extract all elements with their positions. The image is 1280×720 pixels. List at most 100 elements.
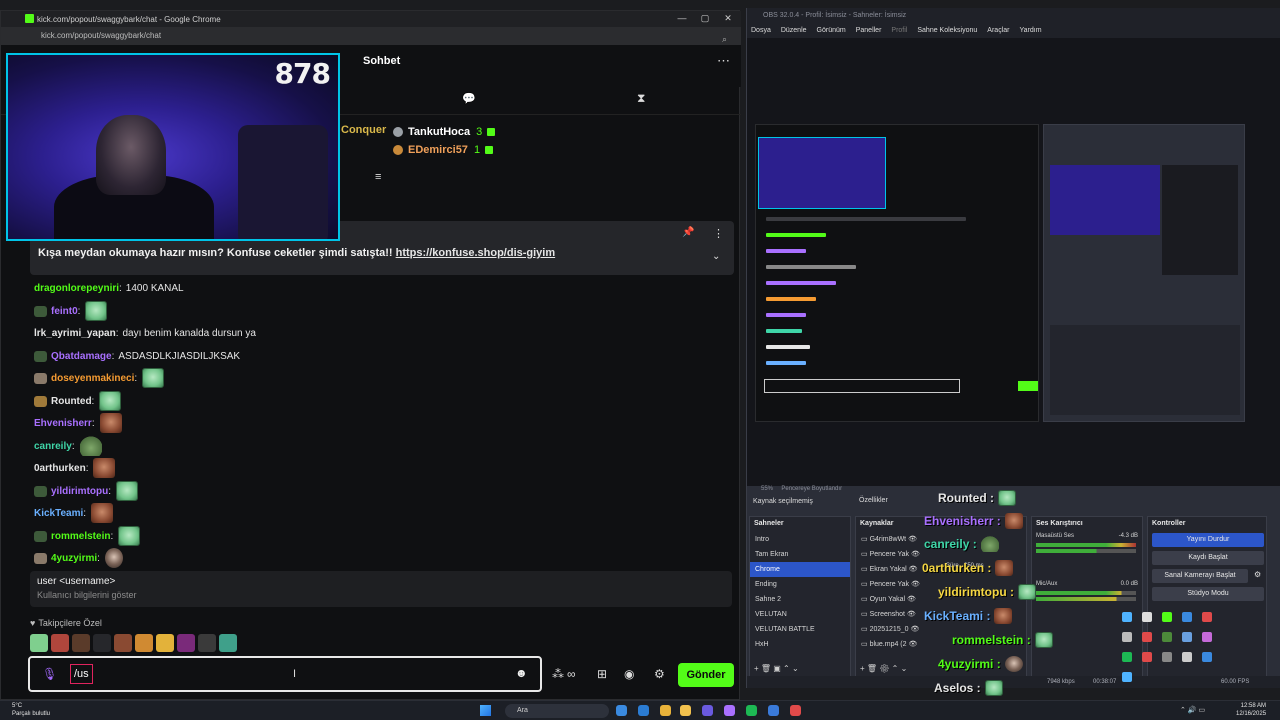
chat-username[interactable]: lrk_ayrimi_yapan: [34, 328, 116, 339]
clock[interactable]: 12:58 AM 12/16/2025: [1236, 702, 1266, 718]
sources-toolbar[interactable]: + 🗑 ⚙ ⌃ ⌄: [860, 664, 907, 673]
chat-username[interactable]: feint0: [51, 306, 78, 317]
command-suggestion[interactable]: user <username> Kullanıcı bilgilerini gö…: [30, 571, 732, 607]
chat-bubble-icon[interactable]: 💬: [462, 92, 476, 105]
chat-username[interactable]: Qbatdamage: [51, 351, 112, 362]
visibility-icon[interactable]: 👁: [907, 566, 918, 573]
scene-item[interactable]: VELUTAN BATTLE: [750, 622, 850, 637]
stop-stream-button[interactable]: Yayını Durdur: [1152, 533, 1264, 547]
emoji-icon[interactable]: ☻: [515, 666, 528, 680]
emote-icon[interactable]: [30, 634, 48, 652]
leaderboard-row[interactable]: EDemirci57 1: [393, 143, 494, 157]
zoom-level[interactable]: 55%: [761, 486, 773, 492]
pinned-link[interactable]: https://konfuse.shop/dis-giyim: [396, 247, 556, 259]
chat-username[interactable]: 0arthurken: [34, 463, 86, 474]
tray-app-icon[interactable]: [1202, 612, 1212, 622]
edge-icon[interactable]: [638, 705, 649, 716]
people-icon[interactable]: ⁂: [552, 667, 564, 681]
scene-item[interactable]: Tam Ekran: [750, 547, 850, 562]
chat-input-value[interactable]: /us: [70, 664, 93, 684]
start-recording-button[interactable]: Kaydı Başlat: [1152, 551, 1264, 565]
emote-icon[interactable]: [177, 634, 195, 652]
obs-preview[interactable]: [747, 38, 1280, 486]
obs-menu-item[interactable]: Dosya: [751, 24, 771, 38]
visibility-icon[interactable]: 👁: [909, 551, 920, 558]
scene-item[interactable]: VELUTAN: [750, 607, 850, 622]
obs-menu-item[interactable]: Araçlar: [987, 24, 1009, 38]
virtual-camera-settings-icon[interactable]: ⚙: [1254, 570, 1261, 579]
emote-icon[interactable]: [114, 634, 132, 652]
tray-app-icon[interactable]: [1162, 612, 1172, 622]
steam-icon[interactable]: [768, 705, 779, 716]
visibility-icon[interactable]: 👁: [905, 611, 916, 618]
send-button[interactable]: Gönder: [678, 663, 734, 687]
tray-app-icon[interactable]: [1182, 632, 1192, 642]
chrome-icon[interactable]: [660, 705, 671, 716]
tray-app-icon[interactable]: [1182, 652, 1192, 662]
chat-username[interactable]: Ehvenisherr: [34, 418, 92, 429]
tray-app-icon[interactable]: [1162, 652, 1172, 662]
emote-icon[interactable]: [135, 634, 153, 652]
obs-menu-item[interactable]: Sahne Koleksiyonu: [917, 24, 977, 38]
weather-widget[interactable]: 5°C Parçalı bulutlu: [12, 702, 50, 718]
tray-app-icon[interactable]: [1142, 612, 1152, 622]
chat-username[interactable]: rommelstein: [51, 531, 110, 542]
leaderboard-row[interactable]: TankutHoca 3: [393, 125, 496, 139]
chat-username[interactable]: dragonlorepeyniri: [34, 283, 119, 294]
more-options-icon[interactable]: ⋯: [717, 53, 730, 69]
chevron-down-icon[interactable]: ⌄: [712, 251, 720, 262]
emote-icon[interactable]: [93, 634, 111, 652]
visibility-icon[interactable]: 👁: [905, 596, 916, 603]
obs-menu-item[interactable]: Düzenle: [781, 24, 807, 38]
tray-app-icon[interactable]: [1122, 632, 1132, 642]
chat-username[interactable]: 4yuzyirmi: [51, 553, 97, 564]
address-bar[interactable]: kick.com/popout/swaggybark/chat ⌕: [1, 27, 741, 45]
taskbar-search[interactable]: Ara: [505, 704, 609, 718]
spotify-icon[interactable]: [746, 705, 757, 716]
pinned-more-icon[interactable]: ⋮: [713, 227, 724, 240]
tray-app-icon[interactable]: [1202, 632, 1212, 642]
emote-icon[interactable]: [156, 634, 174, 652]
visibility-icon[interactable]: 👁: [909, 581, 920, 588]
chat-username[interactable]: KickTeami: [34, 508, 83, 519]
tray-app-icon[interactable]: [1162, 632, 1172, 642]
chat-username[interactable]: Rounted: [51, 396, 92, 407]
infinity-icon[interactable]: ∞: [567, 667, 576, 681]
minimize-button[interactable]: —: [675, 13, 689, 23]
scene-item[interactable]: Ending: [750, 577, 850, 592]
scene-item[interactable]: HxH: [750, 637, 850, 652]
discord-icon[interactable]: [702, 705, 713, 716]
settings-icon[interactable]: ⚙: [654, 667, 665, 681]
tray-app-icon[interactable]: [1122, 612, 1132, 622]
emote-icon[interactable]: [198, 634, 216, 652]
emote-icon[interactable]: [219, 634, 237, 652]
obs-menu-item[interactable]: Profil: [891, 24, 907, 38]
fit-window-label[interactable]: Pencereye Boyutlandır: [781, 486, 842, 492]
emote-icon[interactable]: [72, 634, 90, 652]
visibility-icon[interactable]: 👁: [909, 626, 919, 633]
virtual-camera-button[interactable]: Sanal Kamerayı Başlat: [1152, 569, 1248, 583]
chat-username[interactable]: doseyenmakineci: [51, 373, 134, 384]
close-button[interactable]: ✕: [721, 13, 735, 24]
app-icon[interactable]: [724, 705, 735, 716]
windows-start-icon[interactable]: [480, 705, 491, 716]
gift-box-icon[interactable]: ⊞: [597, 667, 607, 681]
scene-item[interactable]: Intro: [750, 532, 850, 547]
obs-menu-item[interactable]: Yardım: [1019, 24, 1041, 38]
visibility-icon[interactable]: 👁: [907, 641, 917, 648]
maximize-button[interactable]: ▢: [698, 13, 712, 24]
tray-app-icon[interactable]: [1202, 652, 1212, 662]
scene-item[interactable]: Chrome: [750, 562, 850, 577]
chat-input[interactable]: 🎙 /us I ☻: [28, 656, 542, 692]
tray-app-icon[interactable]: [1142, 632, 1152, 642]
obs-menu-item[interactable]: Görünüm: [817, 24, 846, 38]
obs-icon[interactable]: [790, 705, 801, 716]
tray-app-icon[interactable]: [1142, 652, 1152, 662]
hourglass-icon[interactable]: ⧗: [637, 91, 645, 106]
studio-mode-button[interactable]: Stüdyo Modu: [1152, 587, 1264, 601]
tray-app-icon[interactable]: [1122, 672, 1132, 682]
microphone-icon[interactable]: 🎙: [42, 667, 57, 681]
system-tray[interactable]: ⌃ 🔊 ▭: [1180, 706, 1205, 714]
obs-menu-item[interactable]: Paneller: [856, 24, 882, 38]
tray-app-icon[interactable]: [1122, 652, 1132, 662]
